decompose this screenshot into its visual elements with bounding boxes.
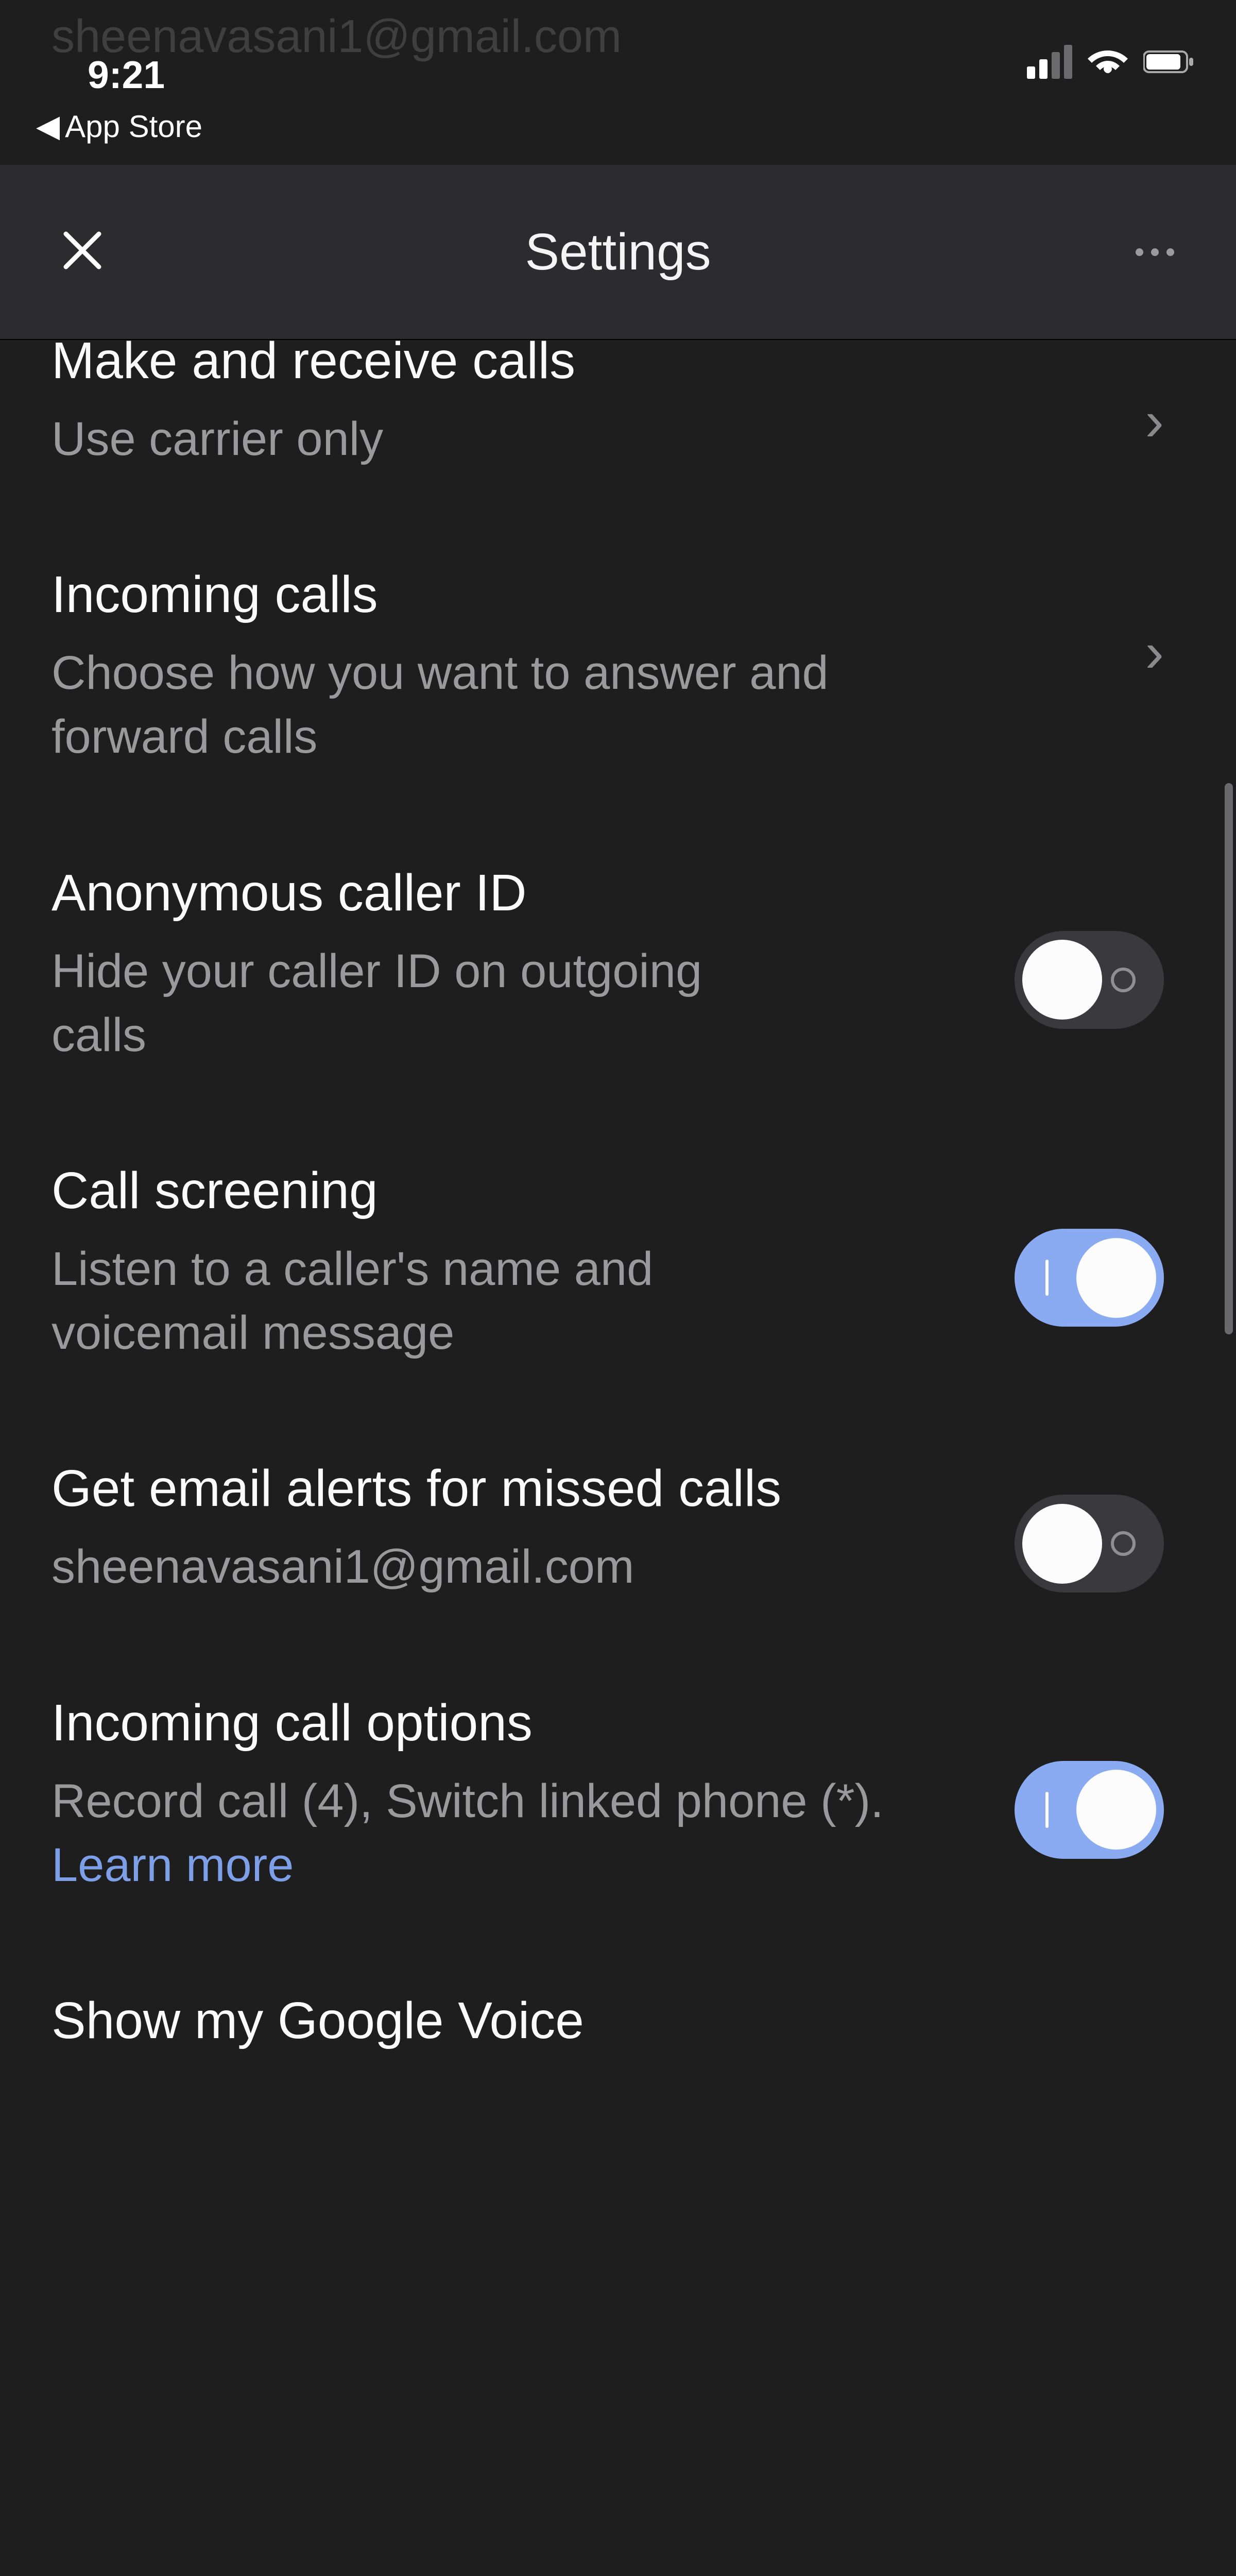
toggle-knob (1076, 1770, 1156, 1850)
toggle-knob (1022, 940, 1102, 1020)
row-make-receive-calls[interactable]: Make and receive calls Use carrier only … (52, 309, 1184, 533)
row-title: Incoming call options (52, 1692, 1184, 1754)
row-incoming-calls[interactable]: Incoming calls Choose how you want to an… (52, 533, 1184, 831)
row-subtitle: Listen to a caller's name and voicemail … (52, 1237, 824, 1365)
row-call-screening: Call screening Listen to a caller's name… (52, 1129, 1184, 1427)
dot-icon (1136, 248, 1143, 256)
back-to-appstore[interactable]: ◀ App Store (36, 108, 202, 144)
learn-more-link[interactable]: Learn more (52, 1839, 294, 1891)
row-subtitle: Hide your caller ID on outgoing calls (52, 939, 772, 1067)
page-title: Settings (525, 223, 711, 282)
row-subtitle-text: Record call (4), Switch linked phone (*)… (52, 1775, 884, 1827)
row-show-google-voice: Show my Google Voice (52, 1959, 1184, 2052)
row-subtitle: sheenavasani1@gmail.com (52, 1535, 953, 1599)
row-title: Anonymous caller ID (52, 862, 1184, 924)
row-title: Show my Google Voice (52, 1990, 1184, 2052)
row-incoming-call-options: Incoming call options Record call (4), S… (52, 1661, 1184, 1959)
back-caret-icon: ◀ (36, 108, 60, 144)
dot-icon (1166, 248, 1174, 256)
chevron-right-icon: › (1145, 388, 1164, 454)
wifi-icon (1088, 47, 1128, 76)
scrollbar[interactable] (1225, 783, 1233, 1334)
close-icon (62, 230, 103, 271)
more-button[interactable] (1136, 248, 1174, 256)
settings-content: Make and receive calls Use carrier only … (0, 309, 1236, 2576)
row-anonymous-caller-id: Anonymous caller ID Hide your caller ID … (52, 831, 1184, 1129)
toggle-email-alerts[interactable] (1015, 1495, 1164, 1592)
row-title: Get email alerts for missed calls (52, 1458, 824, 1519)
row-subtitle: Use carrier only (52, 407, 953, 471)
back-appstore-label: App Store (65, 109, 202, 144)
cell-signal-icon (1027, 45, 1072, 79)
status-time: 9:21 (88, 53, 165, 97)
settings-screen: sheenavasani1@gmail.com CALLS 9:21 ◀ App… (0, 0, 1236, 2576)
row-subtitle: Record call (4), Switch linked phone (*)… (52, 1769, 953, 1897)
dot-icon (1151, 248, 1159, 256)
battery-icon (1143, 49, 1195, 74)
chevron-right-icon: › (1145, 619, 1164, 685)
toggle-call-screening[interactable] (1015, 1229, 1164, 1327)
row-email-alerts-missed-calls: Get email alerts for missed calls sheena… (52, 1427, 1184, 1660)
row-title: Incoming calls (52, 564, 1184, 625)
row-title: Call screening (52, 1160, 1184, 1222)
status-bar: 9:21 (0, 0, 1236, 103)
row-subtitle: Choose how you want to answer and forwar… (52, 641, 953, 769)
toggle-anonymous-caller-id[interactable] (1015, 931, 1164, 1029)
close-button[interactable] (62, 224, 103, 280)
toggle-incoming-call-options[interactable] (1015, 1761, 1164, 1859)
toggle-knob (1022, 1504, 1102, 1584)
row-title: Make and receive calls (52, 330, 1184, 392)
toggle-knob (1076, 1238, 1156, 1318)
